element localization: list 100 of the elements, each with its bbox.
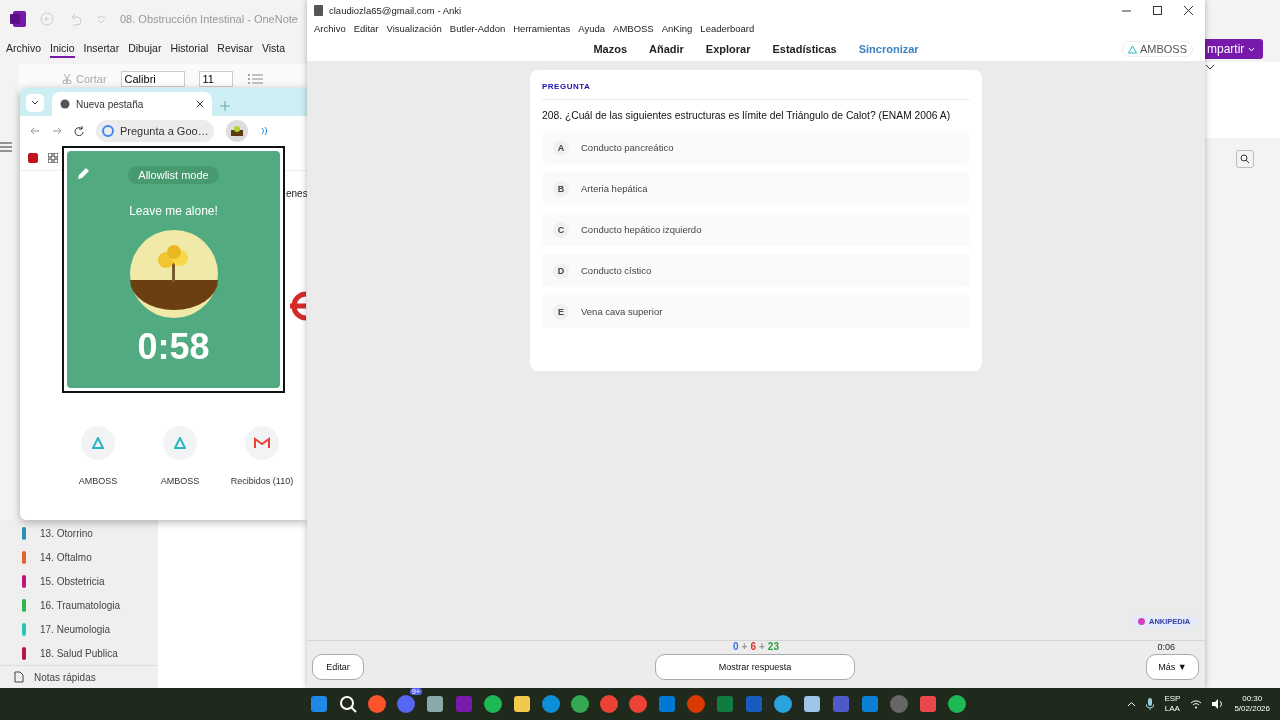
app-icon[interactable] — [541, 694, 561, 714]
app-icon[interactable] — [947, 694, 967, 714]
menu-item[interactable]: Herramientas — [513, 23, 571, 34]
search-icon[interactable] — [338, 694, 358, 714]
menu-item[interactable]: Archivo — [314, 23, 346, 34]
toolbar-link[interactable]: Añadir — [649, 43, 684, 55]
triangle-logo-icon — [92, 437, 104, 449]
clock[interactable]: 00:30 5/02/2026 — [1234, 694, 1270, 714]
chevron-down-icon — [1247, 46, 1255, 53]
menu-item[interactable]: AMBOSS — [613, 23, 654, 34]
menu-item[interactable]: Editar — [353, 23, 379, 34]
app-icon[interactable] — [773, 694, 793, 714]
plus-icon — [220, 101, 230, 111]
input-language-indicator[interactable]: ESP LAA — [1164, 694, 1181, 714]
toolbar-link[interactable]: Mazos — [593, 43, 627, 55]
quick-notes-item[interactable]: Notas rápidas — [0, 665, 158, 688]
ribbon-tab[interactable]: Vista — [261, 42, 286, 58]
answer-option[interactable]: A Conducto pancreático — [542, 131, 970, 164]
app-icon[interactable] — [425, 694, 445, 714]
customize-icon — [96, 14, 106, 24]
back-icon — [40, 12, 54, 26]
shortcut-button[interactable] — [245, 426, 279, 460]
more-button[interactable]: Más ▼ — [1146, 654, 1199, 680]
share-button[interactable]: mpartir — [1205, 39, 1263, 59]
font-size-dropdown[interactable]: 11 — [198, 71, 233, 87]
show-answer-button[interactable]: Mostrar respuesta — [655, 654, 855, 680]
toolbar-link[interactable]: Explorar — [705, 43, 751, 55]
ribbon-tab[interactable]: Insertar — [83, 42, 120, 58]
triangle-logo-icon — [1127, 44, 1137, 54]
notebook-logo-icon — [10, 11, 26, 27]
answer-option[interactable]: D Conducto cístico — [542, 254, 970, 287]
back-icon — [30, 126, 40, 136]
elapsed-timer: 0:06 — [1157, 642, 1175, 652]
font-dropdown[interactable]: Calibri — [120, 71, 185, 87]
close-icon — [196, 100, 204, 108]
section-tab[interactable]: 18. Salud Publica — [0, 641, 158, 665]
bullets-icon — [246, 73, 263, 85]
question-text: 208. ¿Cuál de las siguientes estructuras es límite del Triángulo de Calot? (ENAM 2006 A) — [542, 110, 952, 121]
card-count: 23 — [767, 641, 779, 652]
reload-icon — [74, 126, 84, 136]
ribbon-tab[interactable]: Dibujar — [128, 42, 162, 58]
app-icon[interactable] — [802, 694, 822, 714]
menu-item[interactable]: Leaderboard — [700, 23, 755, 34]
speaker-icon — [1212, 699, 1225, 709]
microphone-icon — [1146, 698, 1155, 710]
section-tab[interactable]: 17. Neumologia — [0, 617, 158, 641]
card-count: 6 — [750, 641, 756, 652]
app-icon[interactable] — [918, 694, 938, 714]
apps-grid-icon — [48, 153, 58, 163]
toolbar-link[interactable]: Estadísticas — [772, 43, 837, 55]
answer-option[interactable]: B Arteria hepática — [542, 172, 970, 205]
search-icon — [1240, 154, 1250, 164]
plus-sign: + — [759, 641, 765, 652]
section-tab[interactable]: 15. Obstetricia — [0, 569, 158, 593]
shortcut-label: AMBOSS — [78, 476, 118, 486]
shortcut-button[interactable] — [163, 426, 197, 460]
pencil-icon — [77, 167, 90, 180]
ribbon-tab[interactable]: Revisar — [217, 42, 253, 58]
countdown-timer: 0:58 — [137, 326, 210, 368]
extension-button[interactable] — [226, 120, 248, 142]
plus-sign: + — [741, 641, 748, 652]
menu-item[interactable]: AnKing — [661, 23, 693, 34]
chevron-down-icon — [31, 99, 39, 107]
triangle-logo-icon — [174, 437, 186, 449]
plant-pot-icon — [231, 126, 243, 136]
browser-tab[interactable]: Nueva pestaña — [52, 92, 212, 116]
section-tab[interactable]: 13. Otorrino — [0, 521, 158, 545]
section-tab[interactable]: 14. Oftalmo — [0, 545, 158, 569]
ribbon-tab[interactable]: Inicio — [50, 42, 75, 58]
shortcut-label: AMBOSS — [160, 476, 200, 486]
chevron-down-icon — [1205, 62, 1215, 72]
brand-button[interactable]: AMBOSS — [1121, 41, 1193, 57]
page-icon — [14, 671, 24, 683]
envelope-m-icon — [254, 437, 270, 449]
menu-item[interactable]: Ayuda — [578, 23, 606, 34]
window-title: 08. Obstrucción Intestinal - OneNote — [120, 13, 298, 25]
scissors-icon — [62, 74, 72, 84]
menu-item[interactable]: Butler-Addon — [449, 23, 506, 34]
app-icon[interactable] — [483, 694, 503, 714]
ribbon-tab[interactable]: Historial — [170, 42, 209, 58]
app-icon[interactable] — [367, 694, 387, 714]
card-count: 0 — [733, 641, 739, 652]
shortcut-label: Recibidos (110) — [230, 476, 294, 486]
search-button[interactable] — [1236, 150, 1254, 168]
answer-option[interactable]: C Conducto hepático izquierdo — [542, 213, 970, 246]
page-text: enes — [286, 188, 307, 199]
ribbon-tab[interactable]: Archivo — [6, 42, 41, 58]
forward-icon — [52, 126, 62, 136]
start-icon[interactable] — [309, 694, 329, 714]
toolbar-link[interactable]: Sincronizar — [858, 43, 919, 55]
edit-button[interactable]: Editar — [312, 654, 364, 680]
maximize-icon — [1153, 5, 1162, 15]
shortcut-button[interactable] — [81, 426, 115, 460]
app-icon[interactable] — [512, 694, 532, 714]
answer-option[interactable]: E Vena cava superior — [542, 295, 970, 328]
app-icon[interactable] — [570, 694, 590, 714]
section-tab[interactable]: 16. Traumatologia — [0, 593, 158, 617]
wifi-icon — [1190, 699, 1203, 709]
menu-item[interactable]: Visualización — [386, 23, 442, 34]
address-bar[interactable]: Pregunta a Goo… — [96, 120, 214, 142]
